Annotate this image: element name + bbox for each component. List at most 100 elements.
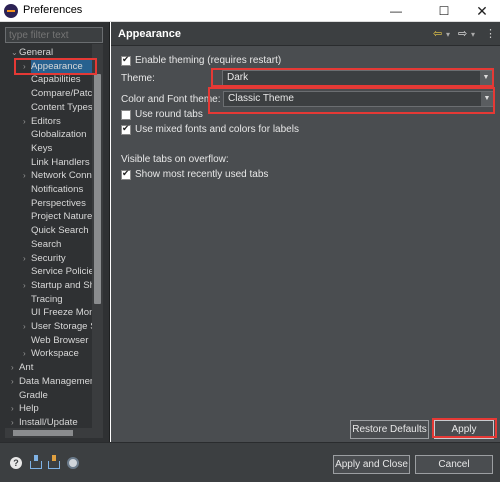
round-tabs-checkbox[interactable] (121, 110, 131, 120)
tree-item[interactable]: Capabilities (31, 73, 92, 86)
tree-item-label: Link Handlers (31, 156, 90, 168)
dialog-footer: ? Apply and Close Cancel (0, 442, 500, 482)
tree-item[interactable]: › Network Connections (23, 169, 92, 182)
collapsed-arrow-icon[interactable]: › (11, 361, 14, 374)
cancel-button[interactable]: Cancel (415, 455, 493, 474)
tree-item-label: Gradle (19, 389, 48, 401)
tree-horizontal-scroll-thumb[interactable] (13, 430, 73, 436)
tree-vertical-scrollbar[interactable] (92, 44, 103, 428)
tree-item[interactable]: Content Types (31, 101, 92, 114)
filter-input[interactable] (5, 27, 103, 43)
tree-vertical-scroll-thumb[interactable] (94, 74, 101, 304)
close-button[interactable]: ✕ (466, 0, 498, 22)
show-recent-tabs-label: Show most recently used tabs (135, 169, 269, 180)
color-font-theme-label: Color and Font theme: (121, 94, 221, 105)
enable-theming-label: Enable theming (requires restart) (135, 55, 282, 66)
window-title: Preferences (23, 4, 83, 16)
preference-tree-panel: ⌄General›AppearanceCapabilitiesCompare/P… (0, 22, 110, 442)
tree-item[interactable]: Gradle (19, 389, 92, 402)
tree-item-label: Startup and Shutdown (31, 279, 92, 291)
tree-item-label: UI Freeze Monitoring (31, 307, 92, 319)
export-icon[interactable] (48, 455, 60, 469)
chevron-down-icon[interactable]: ▼ (481, 92, 493, 106)
restore-defaults-button[interactable]: Restore Defaults (350, 420, 429, 439)
enable-theming-checkbox[interactable] (121, 54, 131, 66)
tree-item[interactable]: › Data Management (11, 375, 92, 388)
back-arrow-icon[interactable]: ⇦ (433, 27, 442, 40)
tree-item[interactable]: Globalization (31, 128, 92, 141)
tree-item-label: User Storage Service (31, 321, 92, 332)
round-tabs-label: Use round tabs (135, 109, 203, 120)
tree-item-label: Content Types (31, 101, 92, 113)
collapsed-arrow-icon[interactable]: › (23, 252, 26, 265)
tree-item-label: Editors (31, 115, 61, 127)
tree-item[interactable]: Web Browser (31, 334, 92, 347)
tree-item[interactable]: Perspectives (31, 197, 92, 210)
minimize-button[interactable]: — (380, 0, 412, 22)
tree-item-label: Project Natures (31, 211, 92, 223)
tree-item[interactable]: Search (31, 238, 92, 251)
collapsed-arrow-icon[interactable]: › (23, 320, 26, 333)
tree-item[interactable]: Service Policies (31, 265, 92, 278)
forward-arrow-icon[interactable]: ⇨ (458, 27, 467, 40)
tree-item[interactable]: Compare/Patch (31, 87, 92, 100)
expanded-arrow-icon[interactable]: ⌄ (11, 46, 18, 59)
tree-item-label: Workspace (31, 348, 79, 360)
tree-item[interactable]: › User Storage Service (23, 320, 92, 333)
tree-item[interactable]: Keys (31, 142, 92, 155)
tree-item[interactable]: › Workspace (23, 347, 92, 360)
tree-item-label: Ant (19, 362, 34, 374)
collapsed-arrow-icon[interactable]: › (11, 416, 14, 428)
show-recent-tabs-checkbox[interactable] (121, 168, 131, 180)
collapsed-arrow-icon[interactable]: › (23, 169, 26, 182)
tree-item[interactable]: › Security (23, 252, 92, 265)
tree-item[interactable]: › Help (11, 402, 92, 415)
tree-item[interactable]: › Ant (11, 361, 92, 374)
tree-item[interactable]: › Appearance (23, 59, 92, 73)
mixed-fonts-checkbox[interactable] (121, 123, 131, 135)
collapsed-arrow-icon[interactable]: › (23, 279, 26, 292)
tree-item-label: Network Connections (31, 170, 92, 182)
tree-item[interactable]: UI Freeze Monitoring (31, 306, 92, 319)
tree-item-label: Search (31, 238, 62, 250)
back-history-dropdown-icon[interactable]: ▾ (446, 30, 450, 39)
preference-sync-icon[interactable] (67, 457, 79, 469)
tree-item[interactable]: › Startup and Shutdown (23, 279, 92, 292)
tree-horizontal-scrollbar[interactable] (5, 428, 103, 438)
page-title: Appearance (118, 28, 181, 40)
collapsed-arrow-icon[interactable]: › (11, 375, 14, 388)
visible-tabs-heading: Visible tabs on overflow: (121, 154, 229, 165)
tree-item[interactable]: › Install/Update (11, 416, 92, 428)
tree-item-label: Data Management (19, 375, 92, 387)
view-menu-icon[interactable]: ⋮ (485, 27, 496, 40)
chevron-down-icon[interactable]: ▼ (480, 71, 492, 85)
collapsed-arrow-icon[interactable]: › (11, 402, 14, 415)
tree-item-label: Web Browser (31, 334, 89, 346)
tree-item[interactable]: Link Handlers (31, 156, 92, 169)
help-icon[interactable]: ? (10, 457, 22, 469)
tree-item[interactable]: Notifications (31, 183, 92, 196)
maximize-button[interactable]: ☐ (428, 0, 460, 22)
tree-item[interactable]: Project Natures (31, 210, 92, 223)
tree-item-label: Appearance (31, 60, 83, 72)
mixed-fonts-label: Use mixed fonts and colors for labels (135, 124, 299, 135)
preference-tree: ⌄ General › Appearance Capabilities Compare/P… (0, 46, 92, 428)
apply-and-close-button[interactable]: Apply and Close (333, 455, 410, 474)
import-icon[interactable] (30, 455, 42, 469)
apply-button[interactable]: Apply (434, 420, 494, 439)
tree-item[interactable]: › Editors (23, 115, 92, 128)
collapsed-arrow-icon[interactable]: › (23, 115, 26, 128)
tree-item-label: General (19, 47, 54, 58)
color-font-theme-combo[interactable]: Classic Theme ▼ (223, 91, 494, 107)
tree-item[interactable]: Quick Search (31, 224, 92, 237)
tree-item[interactable]: ⌄ General (11, 46, 92, 59)
collapsed-arrow-icon[interactable]: › (23, 347, 26, 360)
eclipse-icon (4, 4, 18, 18)
page-header: Appearance ⇦ ▾ ⇨ ▾ ⋮ (111, 22, 500, 46)
forward-history-dropdown-icon[interactable]: ▾ (471, 30, 475, 39)
tree-item-label: Notifications (31, 184, 84, 195)
tree-item[interactable]: Tracing (31, 293, 92, 306)
collapsed-arrow-icon[interactable]: › (23, 60, 26, 73)
tree-item-label: Service Policies (31, 266, 92, 278)
theme-combo[interactable]: Dark ▼ (222, 70, 493, 86)
